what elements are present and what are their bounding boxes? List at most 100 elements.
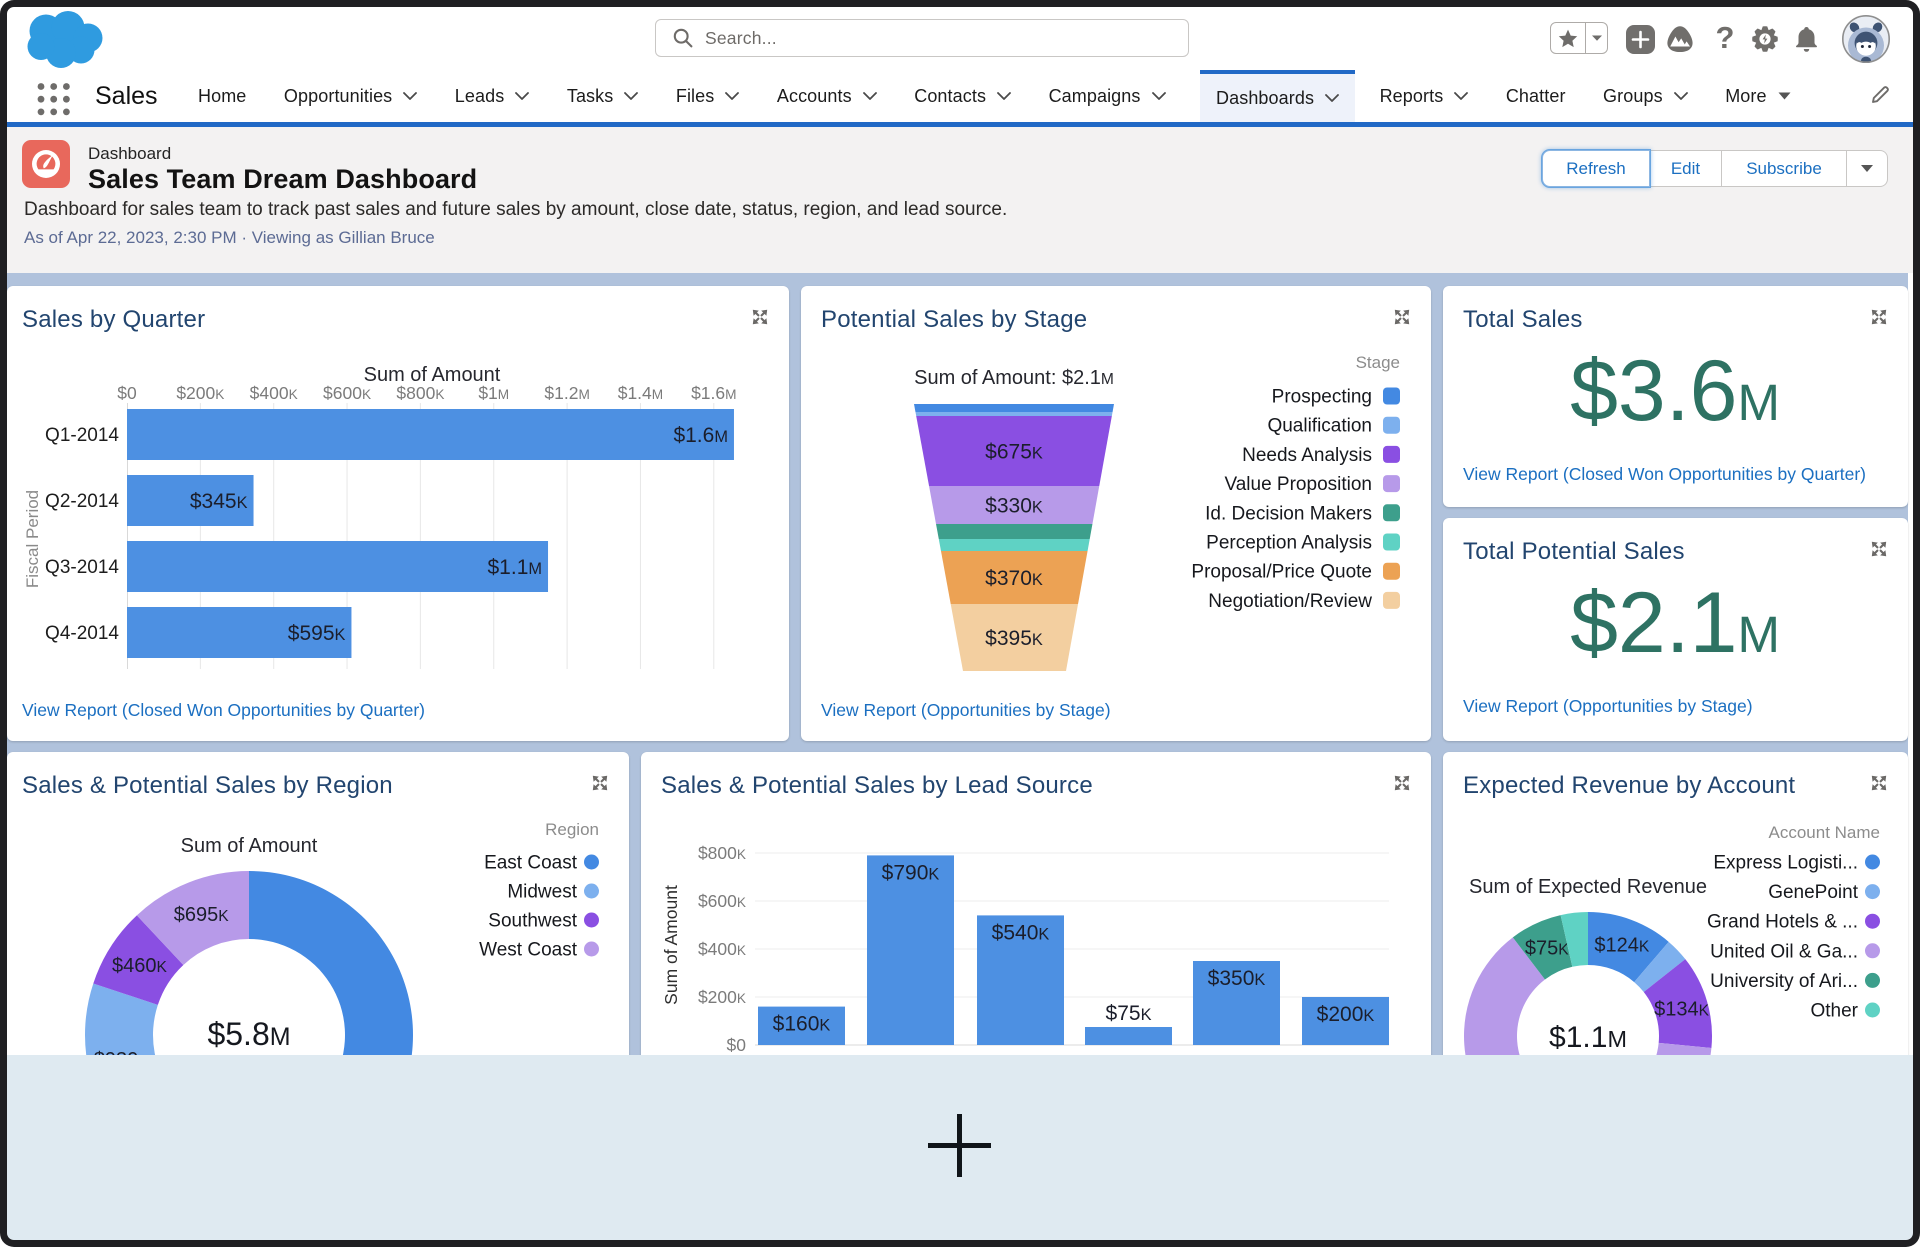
- legend-marker: [1383, 445, 1400, 463]
- chart-text: Perception Analysis: [1206, 533, 1372, 554]
- dashboard-actions: Refresh Edit Subscribe: [1542, 150, 1888, 187]
- avatar[interactable]: [1841, 14, 1891, 64]
- nav-tab-contacts[interactable]: Contacts: [914, 70, 1011, 122]
- search-icon: [673, 28, 693, 48]
- chart-text: $75K: [1525, 938, 1569, 960]
- dashboard-icon: [22, 140, 70, 188]
- nav-tab-label: Reports: [1379, 85, 1444, 106]
- chevron-down-icon: [725, 92, 740, 100]
- chevron-down-icon: [1454, 92, 1469, 100]
- caret-down-icon: [1861, 165, 1873, 172]
- expand-icon[interactable]: [1870, 540, 1888, 558]
- crosshair-cursor: [957, 1114, 962, 1177]
- favorites-star-button[interactable]: [1550, 22, 1586, 54]
- expand-icon[interactable]: [751, 308, 769, 326]
- view-report-link[interactable]: View Report (Opportunities by Stage): [1463, 696, 1753, 717]
- metric-value: $3.6M: [1570, 343, 1780, 439]
- pencil-icon[interactable]: [1870, 85, 1890, 105]
- view-report-link[interactable]: View Report (Opportunities by Stage): [821, 700, 1111, 721]
- global-search[interactable]: Search...: [655, 19, 1189, 57]
- edit-button[interactable]: Edit: [1650, 150, 1722, 187]
- chevron-down-icon: [1673, 92, 1688, 100]
- funnel-segment[interactable]: [909, 524, 1119, 539]
- nav-tab-label: More: [1725, 85, 1767, 106]
- nav-tab-dashboards[interactable]: Dashboards: [1200, 70, 1356, 122]
- expand-icon[interactable]: [591, 774, 609, 792]
- chart-text: Q2-2014: [45, 491, 119, 512]
- chart-text: Negotiation/Review: [1208, 591, 1372, 612]
- nav-tab-accounts[interactable]: Accounts: [777, 70, 877, 122]
- card-title: Potential Sales by Stage: [821, 306, 1088, 333]
- nav-tab-opportunities[interactable]: Opportunities: [284, 70, 418, 122]
- nav-tab-files[interactable]: Files: [676, 70, 740, 122]
- nav-tab-label: Chatter: [1505, 85, 1566, 106]
- chevron-down-icon: [403, 92, 418, 100]
- page-title: Sales Team Dream Dashboard: [88, 164, 478, 194]
- legend-marker: [1383, 387, 1400, 405]
- nav-tab-home[interactable]: Home: [198, 70, 246, 122]
- nav-tab-label: Tasks: [566, 85, 614, 106]
- bar[interactable]: [127, 541, 549, 592]
- expand-icon[interactable]: [1870, 308, 1888, 326]
- bell-icon: [1795, 27, 1817, 52]
- nav-tab-leads[interactable]: Leads: [455, 70, 530, 122]
- chart-text: $595K: [288, 622, 346, 645]
- favorites-list-button[interactable]: [1586, 22, 1608, 54]
- chart-text: Needs Analysis: [1242, 445, 1372, 466]
- chevron-down-icon: [624, 92, 639, 100]
- subscribe-button[interactable]: Subscribe: [1722, 150, 1847, 187]
- view-report-link[interactable]: View Report (Closed Won Opportunities by…: [1463, 464, 1866, 485]
- expand-icon[interactable]: [1393, 308, 1411, 326]
- nav-tab-reports[interactable]: Reports: [1380, 70, 1469, 122]
- bar[interactable]: [1085, 1027, 1172, 1045]
- chart-text: Q1-2014: [45, 425, 119, 446]
- chart-text: $345K: [190, 490, 248, 513]
- bar[interactable]: [127, 409, 734, 460]
- view-report-link[interactable]: View Report (Closed Won Opportunities by…: [22, 700, 425, 721]
- refresh-button[interactable]: Refresh: [1542, 150, 1650, 187]
- chart-text: Account Name: [1769, 823, 1881, 842]
- chart-text: $330K: [985, 495, 1043, 518]
- nav-tab-label: Groups: [1603, 85, 1663, 106]
- nav-tab-chatter[interactable]: Chatter: [1506, 70, 1566, 122]
- expand-icon[interactable]: [1393, 774, 1411, 792]
- app-launcher-icon[interactable]: [36, 82, 72, 116]
- chevron-down-icon: [1151, 92, 1166, 100]
- chart-text: $540K: [992, 921, 1050, 944]
- trailhead-help-button[interactable]: [1665, 24, 1695, 54]
- chart-text: $350K: [1208, 967, 1266, 990]
- help-button[interactable]: ?: [1710, 24, 1740, 54]
- chart-text: $675K: [985, 441, 1043, 464]
- chart-text: $1.2M: [544, 383, 589, 403]
- nav-tab-more[interactable]: More: [1725, 70, 1791, 122]
- nav-tab-groups[interactable]: Groups: [1603, 70, 1688, 122]
- legend-marker: [1383, 533, 1400, 551]
- caret-down-icon: [1591, 35, 1602, 41]
- global-actions-button[interactable]: [1625, 24, 1655, 54]
- chart-text: $460K: [112, 955, 168, 977]
- chart-text: $400K: [698, 939, 746, 959]
- funnel-segment[interactable]: [909, 539, 1119, 551]
- expand-icon[interactable]: [1870, 774, 1888, 792]
- search-placeholder: Search...: [705, 27, 777, 48]
- chevron-down-icon: [1325, 94, 1339, 102]
- chart-text: $800K: [396, 383, 444, 403]
- more-actions-button[interactable]: [1847, 150, 1888, 187]
- chart-text: Stage: [1356, 353, 1400, 372]
- nav-tab-campaigns[interactable]: Campaigns: [1049, 70, 1166, 122]
- setup-button[interactable]: [1750, 24, 1780, 54]
- global-header: Search... ?: [7, 7, 1913, 70]
- chart-text: $1.4M: [618, 383, 663, 403]
- app-name: Sales: [95, 82, 158, 110]
- funnel-segment[interactable]: [909, 404, 1119, 412]
- card-title: Total Potential Sales: [1463, 538, 1685, 565]
- chart-text: GenePoint: [1768, 882, 1859, 903]
- chevron-down-icon: [997, 92, 1011, 100]
- funnel-segment[interactable]: [909, 412, 1119, 416]
- legend-marker: [584, 883, 599, 899]
- notifications-button[interactable]: [1791, 24, 1821, 54]
- chart-text: $0: [727, 1035, 747, 1055]
- scrollbar-gutter: [1908, 273, 1913, 1055]
- nav-tab-tasks[interactable]: Tasks: [567, 70, 639, 122]
- chart-text: Sum of Expected Revenue: [1469, 876, 1707, 898]
